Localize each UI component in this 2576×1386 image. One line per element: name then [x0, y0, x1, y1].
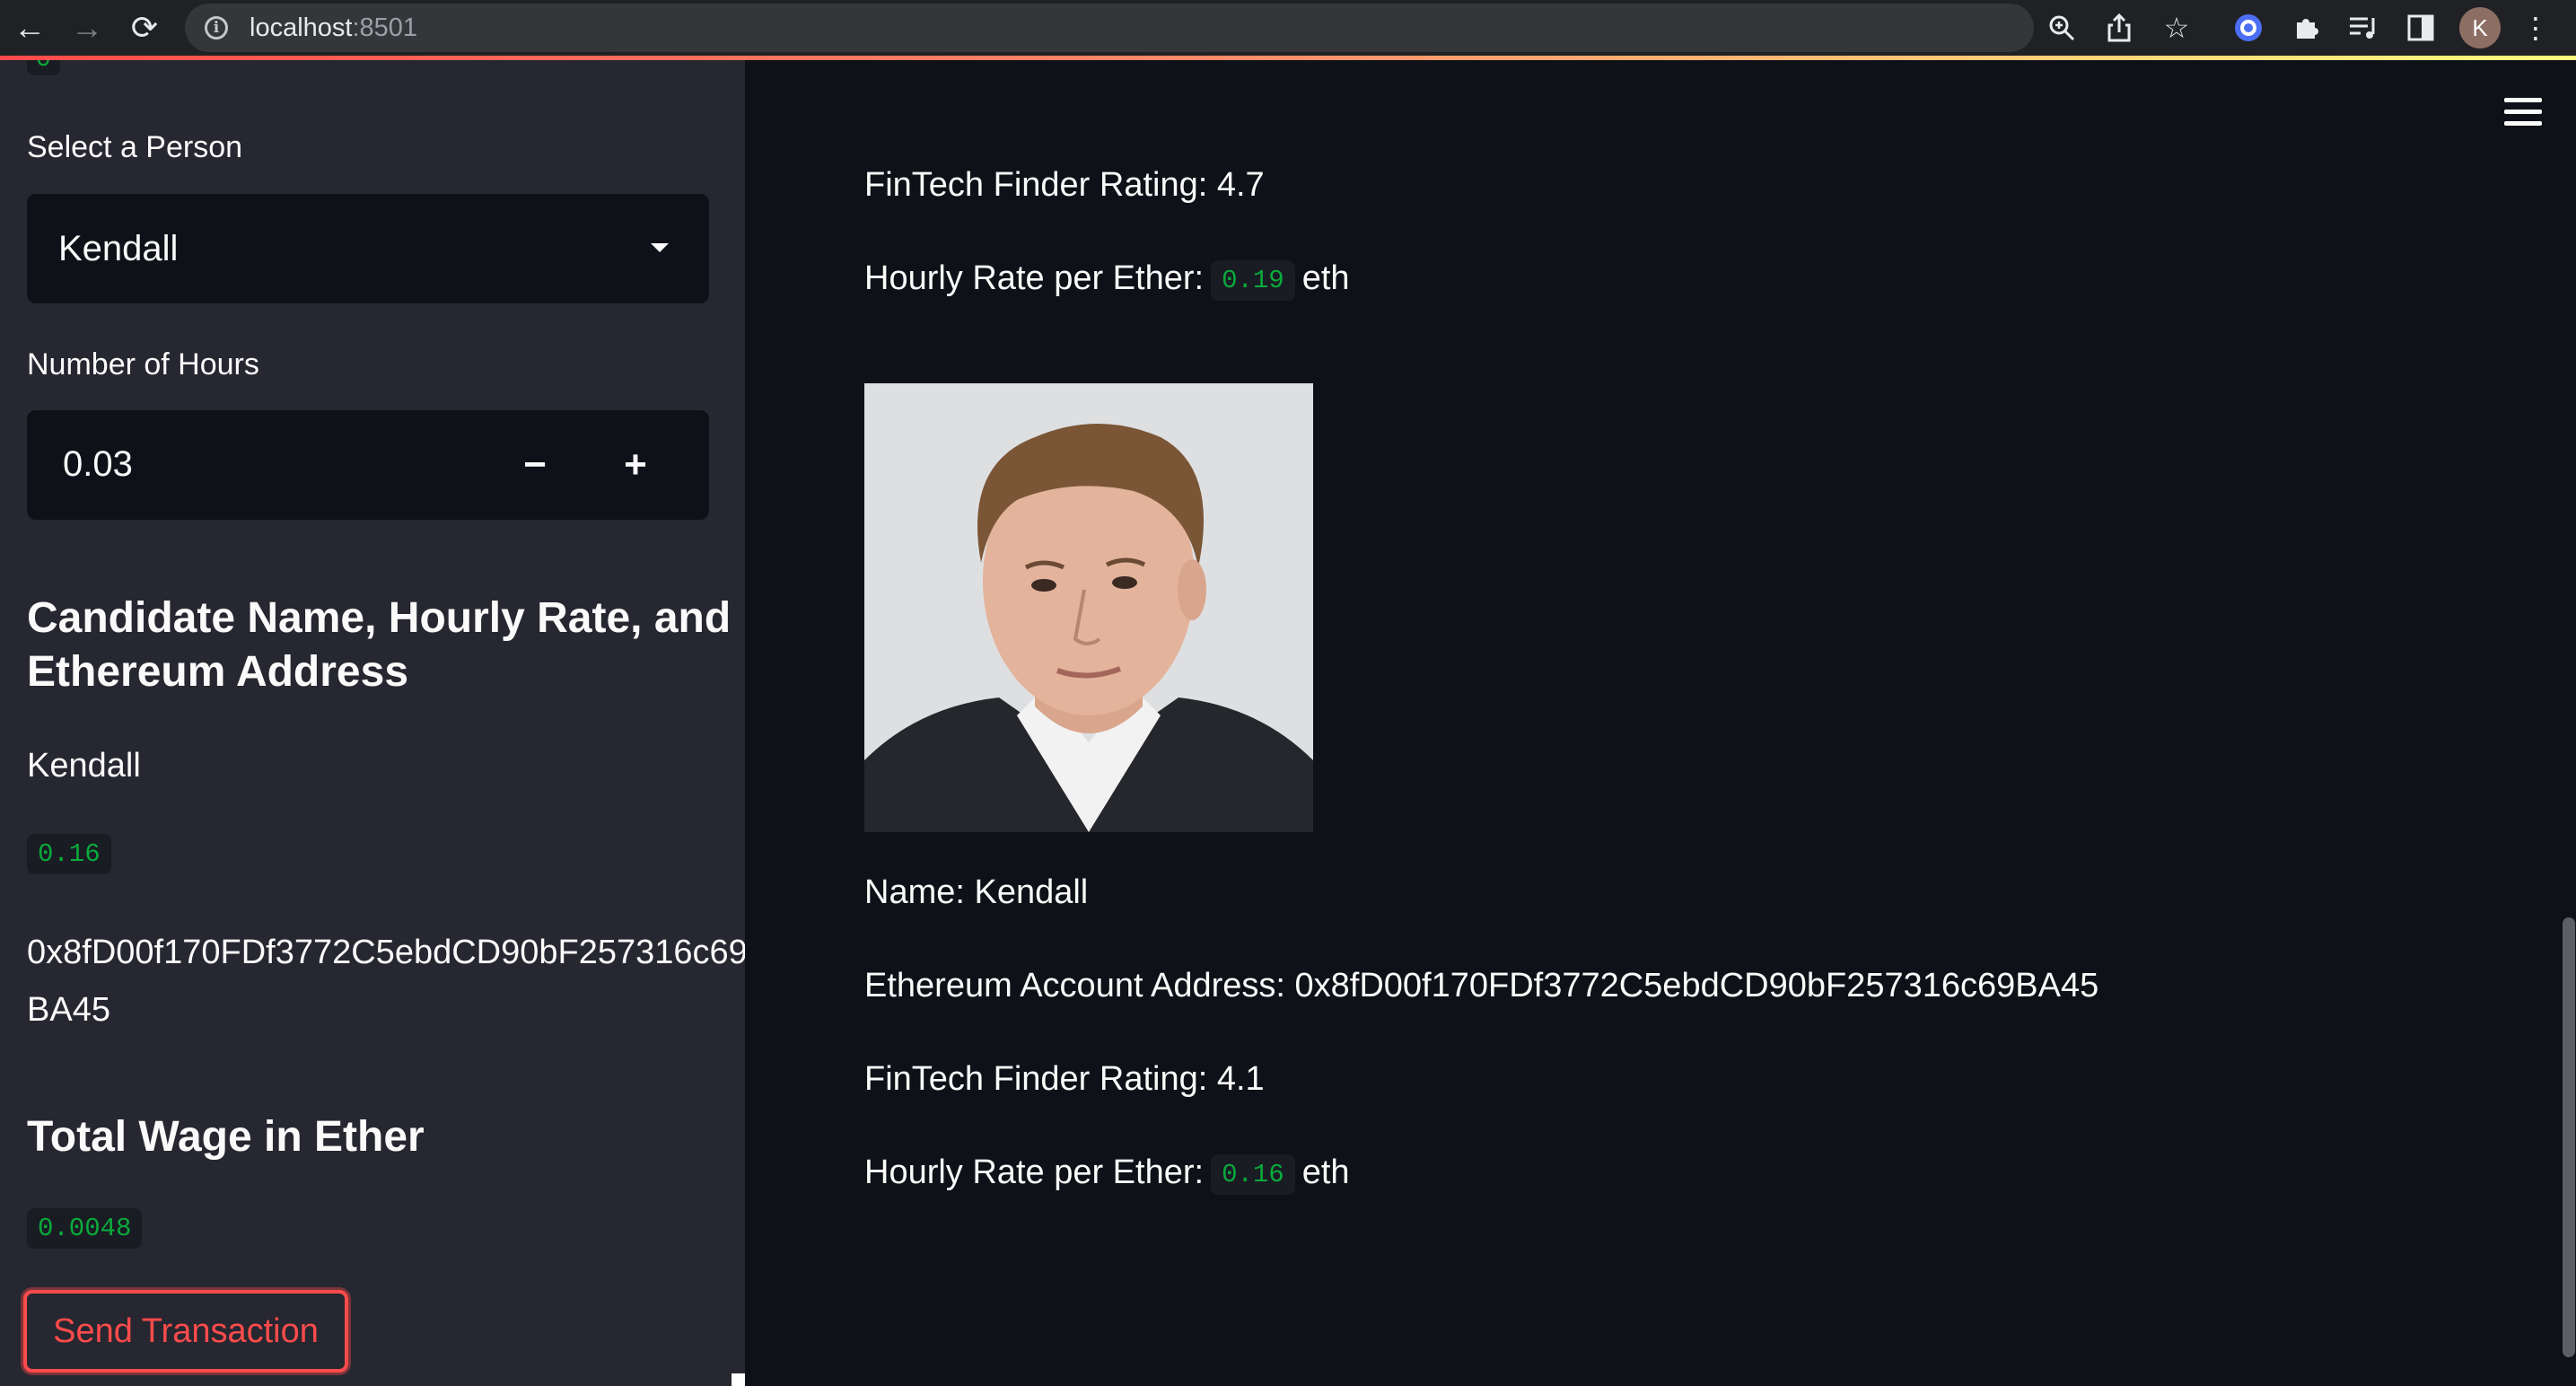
url-host: localhost [250, 13, 353, 42]
rate-value: 0.16 [1211, 1154, 1295, 1195]
browser-toolbar: ← → ⟳ i localhost:8501 ☆ K ⋮ [0, 0, 2576, 56]
hours-label: Number of Hours [27, 347, 259, 382]
previous-rate-label: Hourly Rate per Ether: [864, 259, 1205, 297]
top-code-value: 0 [27, 60, 60, 75]
side-panel-icon[interactable] [2400, 7, 2441, 48]
hours-number-input[interactable]: 0.03 − + [27, 410, 709, 520]
hours-value[interactable]: 0.03 [63, 444, 133, 485]
url-text[interactable]: localhost:8501 [250, 13, 417, 43]
candidate-heading-line1: Candidate Name, Hourly Rate, and [27, 594, 732, 642]
wage-heading: Total Wage in Ether [27, 1113, 425, 1161]
url-port: :8501 [352, 13, 418, 42]
back-arrow-icon[interactable]: ← [7, 5, 52, 50]
select-person-label: Select a Person [27, 130, 243, 164]
candidate-name-line: Name: Kendall [864, 873, 1089, 911]
extension-circle-icon[interactable] [2228, 7, 2269, 48]
profile-avatar[interactable]: K [2459, 7, 2501, 48]
selected-person: Kendall [58, 228, 179, 268]
candidate-rate: 0.16 [27, 834, 111, 874]
candidate-address-line2: BA45 [27, 991, 110, 1029]
address-bar[interactable]: i localhost:8501 [185, 4, 2034, 52]
previous-rating: FinTech Finder Rating: 4.7 [864, 166, 1265, 204]
previous-rate-unit: eth [1301, 259, 1350, 297]
forward-arrow-icon[interactable]: → [65, 5, 110, 50]
candidate-photo [864, 383, 1313, 832]
chevron-down-icon[interactable] [651, 243, 669, 252]
candidate-portrait-image [864, 383, 1313, 832]
candidate-address-line1: 0x8fD00f170FDf3772C5ebdCD90bF257316c69 [27, 934, 745, 971]
main-content: FinTech Finder Rating: 4.7 Hourly Rate p… [745, 60, 2576, 1386]
media-control-icon[interactable] [2343, 7, 2384, 48]
candidate-heading-line2: Ethereum Address [27, 648, 409, 696]
person-select[interactable]: Kendall [27, 194, 709, 303]
sidebar-resize-handle[interactable] [732, 1373, 746, 1386]
increment-button[interactable]: + [585, 410, 686, 520]
send-transaction-button[interactable]: Send Transaction [23, 1290, 348, 1373]
sidebar: 0 Select a Person Kendall Number of Hour… [0, 60, 745, 1386]
extensions-puzzle-icon[interactable] [2285, 7, 2326, 48]
candidate-rate-line: Hourly Rate per Ether: 0.16 eth [864, 1154, 1350, 1197]
rate-unit: eth [1301, 1154, 1350, 1191]
site-info-icon[interactable]: i [205, 16, 228, 39]
zoom-icon[interactable] [2041, 7, 2082, 48]
previous-rate-value: 0.19 [1211, 260, 1295, 301]
candidate-heading: Candidate Name, Hourly Rate, and Ethereu… [27, 592, 731, 699]
candidate-rating-line: FinTech Finder Rating: 4.1 [864, 1060, 1265, 1098]
ethereum-address-line: Ethereum Account Address: 0x8fD00f170FDf… [864, 967, 2099, 1004]
decrement-button[interactable]: − [485, 410, 585, 520]
share-icon[interactable] [2098, 7, 2140, 48]
candidate-name: Kendall [27, 747, 141, 785]
main-scrollbar[interactable] [2563, 917, 2575, 1357]
reload-icon[interactable]: ⟳ [122, 5, 167, 50]
bookmark-star-icon[interactable]: ☆ [2156, 7, 2197, 48]
hamburger-menu-icon[interactable] [2504, 98, 2542, 133]
wage-value: 0.0048 [27, 1208, 143, 1249]
browser-menu-icon[interactable]: ⋮ [2515, 7, 2556, 48]
rate-label: Hourly Rate per Ether: [864, 1154, 1205, 1191]
candidate-address: 0x8fD00f170FDf3772C5ebdCD90bF257316c69 B… [27, 924, 745, 1039]
previous-rate-line: Hourly Rate per Ether: 0.19 eth [864, 259, 1350, 303]
